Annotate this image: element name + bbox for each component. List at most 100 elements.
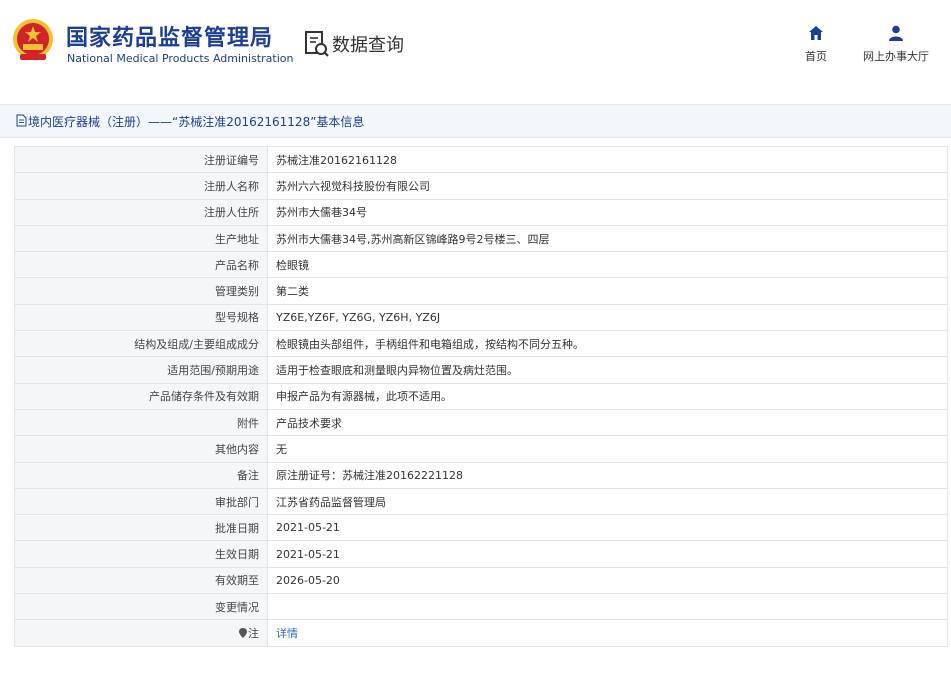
- row-value: 申报产品为有源器械，此项不适用。: [276, 390, 452, 404]
- details-link[interactable]: 详情: [276, 627, 298, 640]
- table-row: 审批部门 江苏省药品监督管理局: [14, 487, 948, 516]
- row-label: 批准日期: [215, 521, 259, 535]
- row-label: 管理类别: [215, 285, 259, 299]
- row-label: 有效期至: [215, 574, 259, 588]
- row-value-cell: 苏州市大儒巷34号,苏州高新区锦峰路9号2号楼三、四层: [267, 224, 948, 253]
- row-label-cell: 批准日期: [14, 514, 268, 542]
- document-icon: [16, 114, 27, 127]
- row-value-cell: 2021-05-21: [267, 514, 948, 542]
- row-label-cell: 注册人名称: [14, 172, 268, 200]
- nav-online-hall[interactable]: 网上办事大厅: [858, 24, 934, 64]
- row-label-cell: 生产地址: [14, 224, 268, 253]
- row-value-cell: 第二类: [267, 277, 948, 305]
- nav-online-hall-label: 网上办事大厅: [863, 50, 929, 63]
- row-label: 附件: [237, 416, 259, 430]
- row-label-cell: 管理类别: [14, 277, 268, 305]
- row-value: 2026-05-20: [276, 573, 340, 587]
- org-name-cn: 国家药品监督管理局: [66, 26, 274, 51]
- row-value: 原注册证号：苏械注准20162221128: [276, 469, 463, 483]
- table-row: 注册人住所 苏州市大儒巷34号: [14, 198, 948, 226]
- row-label-cell: 其他内容: [14, 435, 268, 463]
- table-row: 结构及组成/主要组成成分 检眼镜由头部组件，手柄组件和电箱组成，按结构不同分五种。: [14, 330, 948, 358]
- table-row: 生产地址 苏州市大儒巷34号,苏州高新区锦峰路9号2号楼三、四层: [14, 224, 948, 253]
- row-value: 苏州市大儒巷34号,苏州高新区锦峰路9号2号楼三、四层: [276, 232, 550, 246]
- row-label: 产品储存条件及有效期: [149, 390, 259, 404]
- search-doc-icon: [305, 31, 329, 57]
- row-label: 注册人名称: [204, 179, 259, 193]
- nav-home[interactable]: 首页: [800, 24, 832, 64]
- table-row: 其他内容 无: [14, 435, 948, 463]
- row-value-cell: YZ6E,YZ6F, YZ6G, YZ6H, YZ6J: [267, 303, 948, 332]
- table-row: 注册人名称 苏州六六视觉科技股份有限公司: [14, 172, 948, 200]
- home-icon: [809, 26, 823, 40]
- row-label: 结构及组成/主要组成成分: [134, 337, 259, 351]
- row-value: 苏械注准20162161128: [276, 153, 397, 167]
- row-value-cell: 详情: [267, 619, 948, 647]
- row-value-cell: [267, 593, 948, 621]
- row-label-cell: 审批部门: [14, 487, 268, 516]
- row-label: 其他内容: [215, 442, 259, 456]
- row-value-cell: 适用于检查眼底和测量眼内异物位置及病灶范围。: [267, 356, 948, 384]
- row-label-cell: 备注: [14, 461, 268, 489]
- row-value: 第二类: [276, 285, 309, 299]
- nav-home-label: 首页: [805, 50, 827, 63]
- row-value-cell: 苏州六六视觉科技股份有限公司: [267, 172, 948, 200]
- pin-icon: [239, 627, 247, 638]
- row-value: 苏州六六视觉科技股份有限公司: [276, 179, 430, 193]
- row-label-cell: 附件: [14, 408, 268, 437]
- org-name-en: National Medical Products Administration: [67, 52, 294, 65]
- table-row: 注册证编号 苏械注准20162161128: [14, 145, 948, 174]
- row-label-cell: 生效日期: [14, 540, 268, 568]
- row-value-cell: 苏州市大儒巷34号: [267, 198, 948, 226]
- row-label-cell: 注: [14, 619, 268, 647]
- search-title: 数据查询: [332, 35, 404, 56]
- row-value: 检眼镜: [276, 258, 309, 272]
- row-value: 苏州市大儒巷34号: [276, 206, 367, 220]
- row-label: 生效日期: [215, 548, 259, 562]
- site-header: 国家药品监督管理局 National Medical Products Admi…: [0, 0, 951, 88]
- row-label-cell: 注册证编号: [14, 145, 268, 174]
- table-row: 适用范围/预期用途 适用于检查眼底和测量眼内异物位置及病灶范围。: [14, 356, 948, 384]
- row-label: 注: [248, 626, 259, 640]
- row-label: 生产地址: [215, 232, 259, 246]
- row-value-cell: 申报产品为有源器械，此项不适用。: [267, 382, 948, 410]
- row-value-cell: 苏械注准20162161128: [267, 145, 948, 174]
- row-label-cell: 有效期至: [14, 566, 268, 595]
- row-value: 适用于检查眼底和测量眼内异物位置及病灶范围。: [276, 364, 518, 378]
- page-title: 境内医疗器械（注册）——“苏械注准20162161128”基本信息: [28, 115, 365, 129]
- row-label-cell: 产品名称: [14, 251, 268, 279]
- row-value-cell: 产品技术要求: [267, 408, 948, 437]
- table-row: 附件 产品技术要求: [14, 408, 948, 437]
- row-label-cell: 产品储存条件及有效期: [14, 382, 268, 410]
- row-value-cell: 检眼镜: [267, 251, 948, 279]
- row-label: 审批部门: [215, 495, 259, 509]
- row-value-cell: 2021-05-21: [267, 540, 948, 568]
- row-value-cell: 2026-05-20: [267, 566, 948, 595]
- table-row: 产品名称 检眼镜: [14, 251, 948, 279]
- row-label-cell: 结构及组成/主要组成成分: [14, 330, 268, 358]
- table-row: 变更情况: [14, 593, 948, 621]
- row-label: 变更情况: [215, 600, 259, 614]
- row-value: 2021-05-21: [276, 547, 340, 561]
- row-value: 产品技术要求: [276, 416, 342, 430]
- row-label: 型号规格: [215, 311, 259, 325]
- table-row: 注 详情: [14, 619, 948, 647]
- row-label: 注册证编号: [204, 153, 259, 167]
- row-value: 检眼镜由头部组件，手柄组件和电箱组成，按结构不同分五种。: [276, 337, 584, 351]
- table-row: 型号规格 YZ6E,YZ6F, YZ6G, YZ6H, YZ6J: [14, 303, 948, 332]
- row-label: 备注: [237, 469, 259, 483]
- row-label: 注册人住所: [204, 206, 259, 220]
- table-row: 有效期至 2026-05-20: [14, 566, 948, 595]
- table-row: 批准日期 2021-05-21: [14, 514, 948, 542]
- row-value-cell: 原注册证号：苏械注准20162221128: [267, 461, 948, 489]
- user-icon: [889, 25, 903, 41]
- device-info-table: 注册证编号 苏械注准20162161128 注册人名称 苏州六六视觉科技股份有限公司注…: [14, 145, 948, 647]
- row-value-cell: 检眼镜由头部组件，手柄组件和电箱组成，按结构不同分五种。: [267, 330, 948, 358]
- national-emblem-icon: [13, 19, 53, 60]
- table-row: 生效日期 2021-05-21: [14, 540, 948, 568]
- table-row: 备注 原注册证号：苏械注准20162221128: [14, 461, 948, 489]
- row-value: 江苏省药品监督管理局: [276, 495, 386, 509]
- row-label: 适用范围/预期用途: [167, 364, 259, 378]
- row-value: 无: [276, 442, 287, 456]
- row-label-cell: 适用范围/预期用途: [14, 356, 268, 384]
